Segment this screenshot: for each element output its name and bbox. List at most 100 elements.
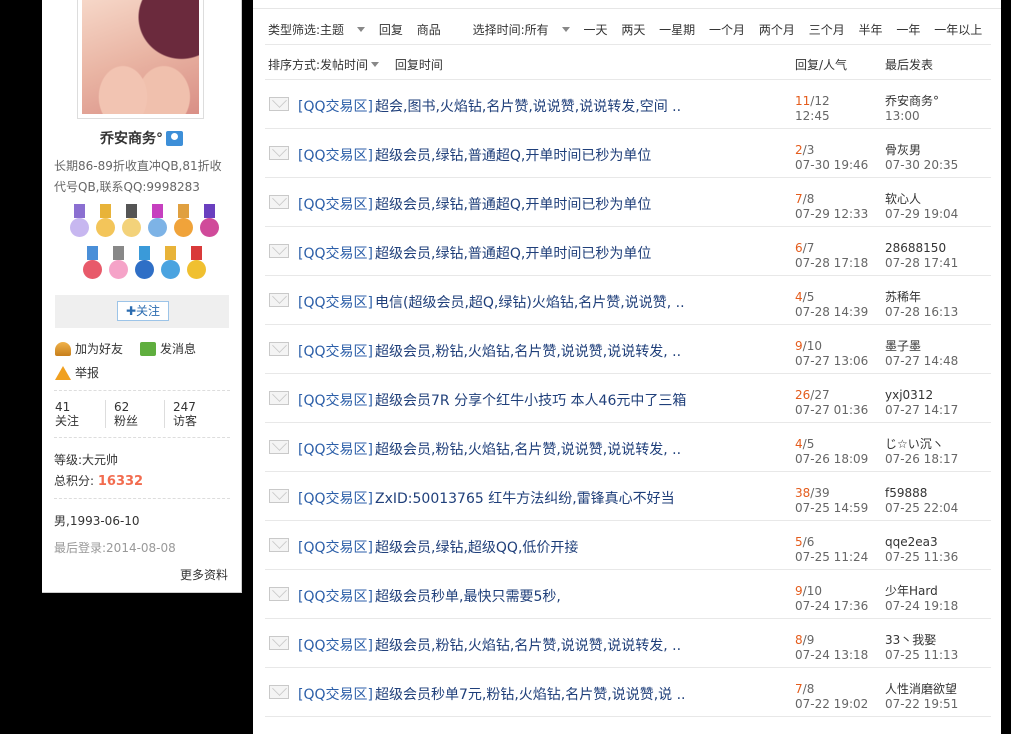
stat-fans[interactable]: 62 粉丝 [114, 400, 138, 428]
thread-title[interactable]: 超级会员秒单,最快只需要5秒, [375, 586, 561, 606]
time-option[interactable]: 两天 [621, 23, 645, 37]
thread-row[interactable]: [QQ交易区] 超级会员,绿钻,普通超Q,开单时间已秒为单位 2/3 07-30 19… [265, 129, 991, 178]
thread-category[interactable]: [QQ交易区] [298, 635, 373, 655]
medal-icon[interactable] [133, 246, 156, 284]
thread-row[interactable]: [QQ交易区] 超级会员秒单7元,粉钻,火焰钻,名片赞,说说赞,说 .. 7/8 07… [265, 668, 991, 717]
medal-icon[interactable] [159, 246, 182, 284]
avatar[interactable] [82, 0, 199, 114]
post-time: 07-26 18:09 [795, 452, 869, 466]
last-post-user[interactable]: qqe2ea3 [885, 535, 958, 550]
thread-title[interactable]: 电信(超级会员,超Q,绿钻)火焰钻,名片赞,说说赞, .. [375, 292, 685, 312]
time-option[interactable]: 三个月 [809, 23, 845, 37]
thread-row[interactable]: [QQ交易区] 超级会员,粉钻,火焰钻,名片赞,说说赞,说说转发, .. 4/5 07… [265, 423, 991, 472]
thread-title[interactable]: 超级会员,绿钻,普通超Q,开单时间已秒为单位 [375, 243, 651, 263]
thread-row[interactable]: [QQ交易区] 超级会员,绿钻,普通超Q,开单时间已秒为单位 7/8 07-29 12… [265, 178, 991, 227]
medal-icon[interactable] [94, 204, 117, 242]
thread-title[interactable]: 超级会员7R 分享个红牛小技巧 本人46元中了三箱 [375, 390, 686, 410]
last-post-user[interactable]: 人性消磨欲望 [885, 682, 958, 697]
thread-category[interactable]: [QQ交易区] [298, 243, 373, 263]
medal-icon[interactable] [81, 246, 104, 284]
thread-category[interactable]: [QQ交易区] [298, 292, 373, 312]
last-post-user[interactable]: 墨子墨 [885, 339, 958, 354]
thread-row[interactable]: [QQ交易区] 超级会员,粉钻,火焰钻,名片赞,说说赞,说说转发, .. 8/9 07… [265, 619, 991, 668]
sort-reply-time[interactable]: 回复时间 [395, 58, 443, 72]
last-post-user[interactable]: 软心人 [885, 192, 958, 207]
time-option[interactable]: 两个月 [759, 23, 795, 37]
thread-row[interactable]: [QQ交易区] 超级会员秒单,最快只需要5秒, 9/10 07-24 17:36 少年H… [265, 570, 991, 619]
last-login: 最后登录:2014-08-08 [54, 541, 176, 555]
type-filter-goods[interactable]: 商品 [417, 23, 441, 37]
thread-category[interactable]: [QQ交易区] [298, 586, 373, 606]
thread-row[interactable]: [QQ交易区] 超级会员,绿钻,普通超Q,开单时间已秒为单位 6/7 07-28 17… [265, 227, 991, 276]
type-filter-reply[interactable]: 回复 [379, 23, 403, 37]
medal-wall [64, 204, 224, 288]
time-option[interactable]: 一天 [583, 23, 607, 37]
view-count: 5 [806, 290, 815, 304]
thread-title[interactable]: 超级会员,绿钻,普通超Q,开单时间已秒为单位 [375, 194, 651, 214]
report-action[interactable]: 举报 [55, 364, 99, 381]
medal-icon[interactable] [185, 246, 208, 284]
thread-title[interactable]: 超级会员,绿钻,超级QQ,低价开接 [375, 537, 578, 557]
add-friend-action[interactable]: 加为好友 [55, 340, 123, 357]
last-post-user[interactable]: yxj0312 [885, 388, 958, 403]
follow-button[interactable]: ✚关注 [117, 301, 169, 321]
last-post-user[interactable]: 苏稀年 [885, 290, 958, 305]
thread-row[interactable]: [QQ交易区] 超会,图书,火焰钻,名片赞,说说赞,说说转发,空间 .. 11/12… [265, 80, 991, 129]
envelope-icon [269, 244, 289, 258]
thread-title[interactable]: 超级会员秒单7元,粉钻,火焰钻,名片赞,说说赞,说 .. [375, 684, 686, 704]
thread-row[interactable]: [QQ交易区] 超级会员,粉钻,火焰钻,名片赞,说说赞,说说转发, .. 9/10 0… [265, 325, 991, 374]
thread-category[interactable]: [QQ交易区] [298, 537, 373, 557]
last-post-user[interactable]: 少年Hard [885, 584, 958, 599]
thread-row[interactable]: [QQ交易区] 电信(超级会员,超Q,绿钻)火焰钻,名片赞,说说赞, .. 4/5 0… [265, 276, 991, 325]
thread-category[interactable]: [QQ交易区] [298, 145, 373, 165]
send-message-action[interactable]: 发消息 [140, 340, 196, 357]
thread-title[interactable]: 超级会员,粉钻,火焰钻,名片赞,说说赞,说说转发, .. [375, 635, 681, 655]
medal-icon[interactable] [172, 204, 195, 242]
thread-category[interactable]: [QQ交易区] [298, 488, 373, 508]
stat-following[interactable]: 41 关注 [55, 400, 79, 428]
thread-category[interactable]: [QQ交易区] [298, 390, 373, 410]
thread-title[interactable]: ZxID:50013765 红牛方法纠纷,雷锋真心不好当 [375, 488, 675, 508]
time-option[interactable]: 半年 [859, 23, 883, 37]
col-reply-header: 回复/人气 [795, 58, 848, 72]
last-post-user[interactable]: 乔安商务° [885, 94, 939, 109]
profile-username[interactable]: 乔安商务° [100, 128, 163, 148]
thread-category[interactable]: [QQ交易区] [298, 439, 373, 459]
time-option[interactable]: 一个月 [709, 23, 745, 37]
thread-title[interactable]: 超会,图书,火焰钻,名片赞,说说赞,说说转发,空间 .. [375, 96, 681, 116]
thread-category[interactable]: [QQ交易区] [298, 684, 373, 704]
medal-icon[interactable] [107, 246, 130, 284]
time-option[interactable]: 一年以上 [934, 23, 982, 37]
last-post-user[interactable]: f59888 [885, 486, 958, 501]
last-post-user[interactable]: 33丶我娶 [885, 633, 958, 648]
medal-icon[interactable] [146, 204, 169, 242]
last-post-user[interactable]: 28688150 [885, 241, 958, 256]
thread-row[interactable]: [QQ交易区] 超级会员,绿钻,超级QQ,低价开接 5/6 07-25 11:24 qq… [265, 521, 991, 570]
reply-count: 7 [795, 682, 803, 696]
medal-icon[interactable] [68, 204, 91, 242]
thread-row[interactable]: [QQ交易区] ZxID:50013765 红牛方法纠纷,雷锋真心不好当 38/39… [265, 472, 991, 521]
stat-value: 62 [114, 400, 130, 414]
thread-reply-stats: 11/12 12:45 [795, 94, 830, 123]
sort-dropdown[interactable]: 发帖时间 [320, 58, 380, 72]
more-profile-link[interactable]: 更多资料 [180, 566, 228, 583]
post-time: 07-30 19:46 [795, 158, 869, 172]
thread-title[interactable]: 超级会员,粉钻,火焰钻,名片赞,说说赞,说说转发, .. [375, 439, 681, 459]
thread-row[interactable]: [QQ交易区] 超级会员7R 分享个红牛小技巧 本人46元中了三箱 26/27 07-… [265, 374, 991, 423]
thread-title[interactable]: 超级会员,粉钻,火焰钻,名片赞,说说赞,说说转发, .. [375, 341, 681, 361]
thread-category[interactable]: [QQ交易区] [298, 341, 373, 361]
time-filter-dropdown[interactable]: 所有 [525, 23, 570, 37]
post-time: 07-24 13:18 [795, 648, 869, 662]
medal-icon[interactable] [198, 204, 221, 242]
last-post-user[interactable]: 骨灰男 [885, 143, 958, 158]
thread-title[interactable]: 超级会员,绿钻,普通超Q,开单时间已秒为单位 [375, 145, 651, 165]
stat-visitors[interactable]: 247 访客 [173, 400, 197, 428]
time-option[interactable]: 一年 [896, 23, 920, 37]
type-filter-dropdown[interactable]: 主题 [320, 23, 366, 37]
medal-icon[interactable] [120, 204, 143, 242]
time-option[interactable]: 一星期 [659, 23, 695, 37]
reply-count: 7 [795, 192, 803, 206]
last-post-user[interactable]: じ☆い沉ヽ [885, 437, 958, 452]
thread-category[interactable]: [QQ交易区] [298, 96, 373, 116]
thread-category[interactable]: [QQ交易区] [298, 194, 373, 214]
